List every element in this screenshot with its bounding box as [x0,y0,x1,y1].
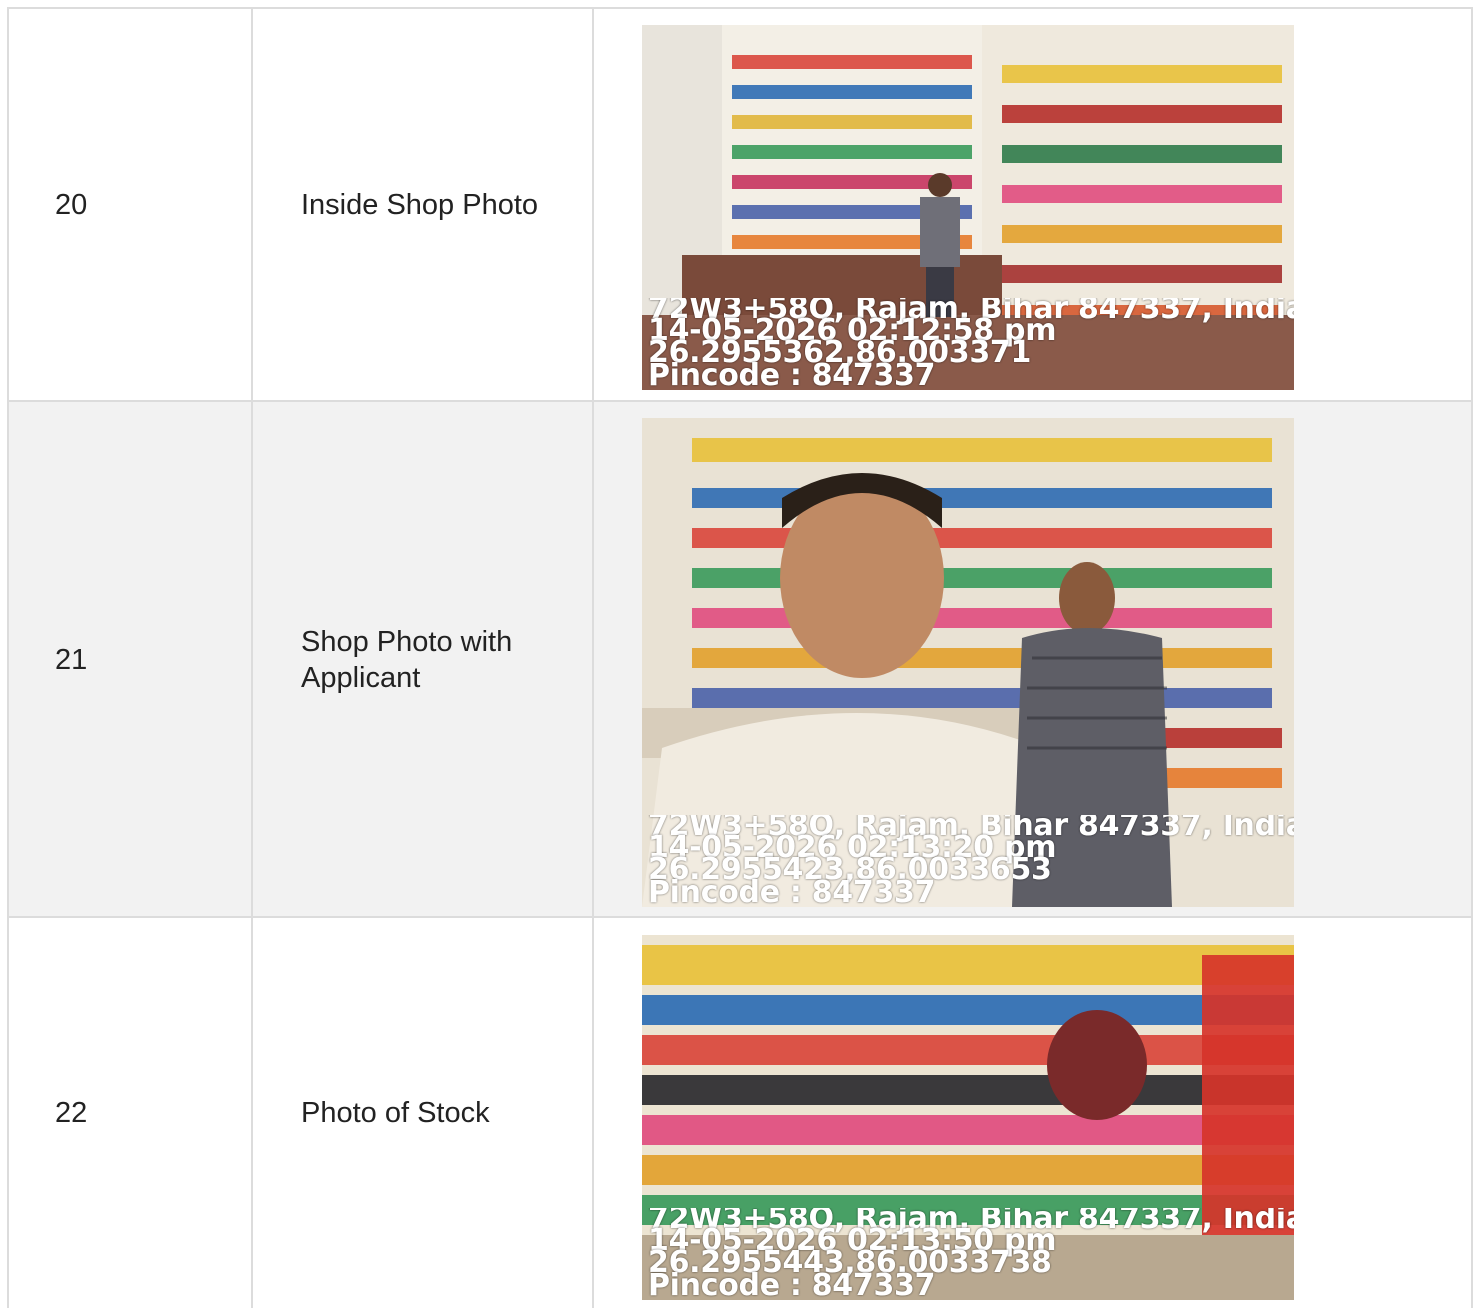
photo-cell: 72W3+58Q, Rajam, Bihar 847337, India .. … [593,9,1473,401]
shop-photo: 72W3+58Q, Rajam, Bihar 847337, India .. … [642,418,1294,907]
shop-photo: 72W3+58Q, Rajam, Bihar 847337, India .. … [642,25,1294,390]
table-row: 20 Inside Shop Photo 72W3+58Q, Rajam, Bi… [7,9,1473,401]
shop-photo: 72W3+58Q, Rajam, Bihar 847337, India .. … [642,935,1294,1300]
photo-stamp: 72W3+58Q, Rajam, Bihar 847337, India .. … [648,298,1294,388]
column-divider [251,7,253,1308]
row-divider [7,916,1473,918]
photo-stamp: 72W3+58Q, Rajam, Bihar 847337, India .. … [648,1208,1294,1298]
table-border-right [1471,7,1473,1308]
photo-cell: 72W3+58Q, Rajam, Bihar 847337, India .. … [593,402,1473,917]
table-border-top [7,7,1473,9]
column-divider [592,7,594,1308]
table-row: 21 Shop Photo with Applicant 72W3+58Q, R… [7,402,1473,917]
row-label: Shop Photo with Applicant [301,625,513,694]
table-border-left [7,7,9,1308]
row-number: 22 [55,1097,88,1129]
photo-stamp: 72W3+58Q, Rajam, Bihar 847337, India .. … [648,815,1294,905]
row-label: Inside Shop Photo [301,189,539,221]
row-number: 21 [55,643,88,676]
photo-cell: 72W3+58Q, Rajam, Bihar 847337, India .. … [593,918,1473,1308]
row-divider [7,400,1473,402]
table-row: 22 Photo of Stock 72W3+58Q, Rajam, Bihar… [7,918,1473,1308]
row-number: 20 [55,189,88,221]
row-label: Photo of Stock [301,1097,490,1129]
